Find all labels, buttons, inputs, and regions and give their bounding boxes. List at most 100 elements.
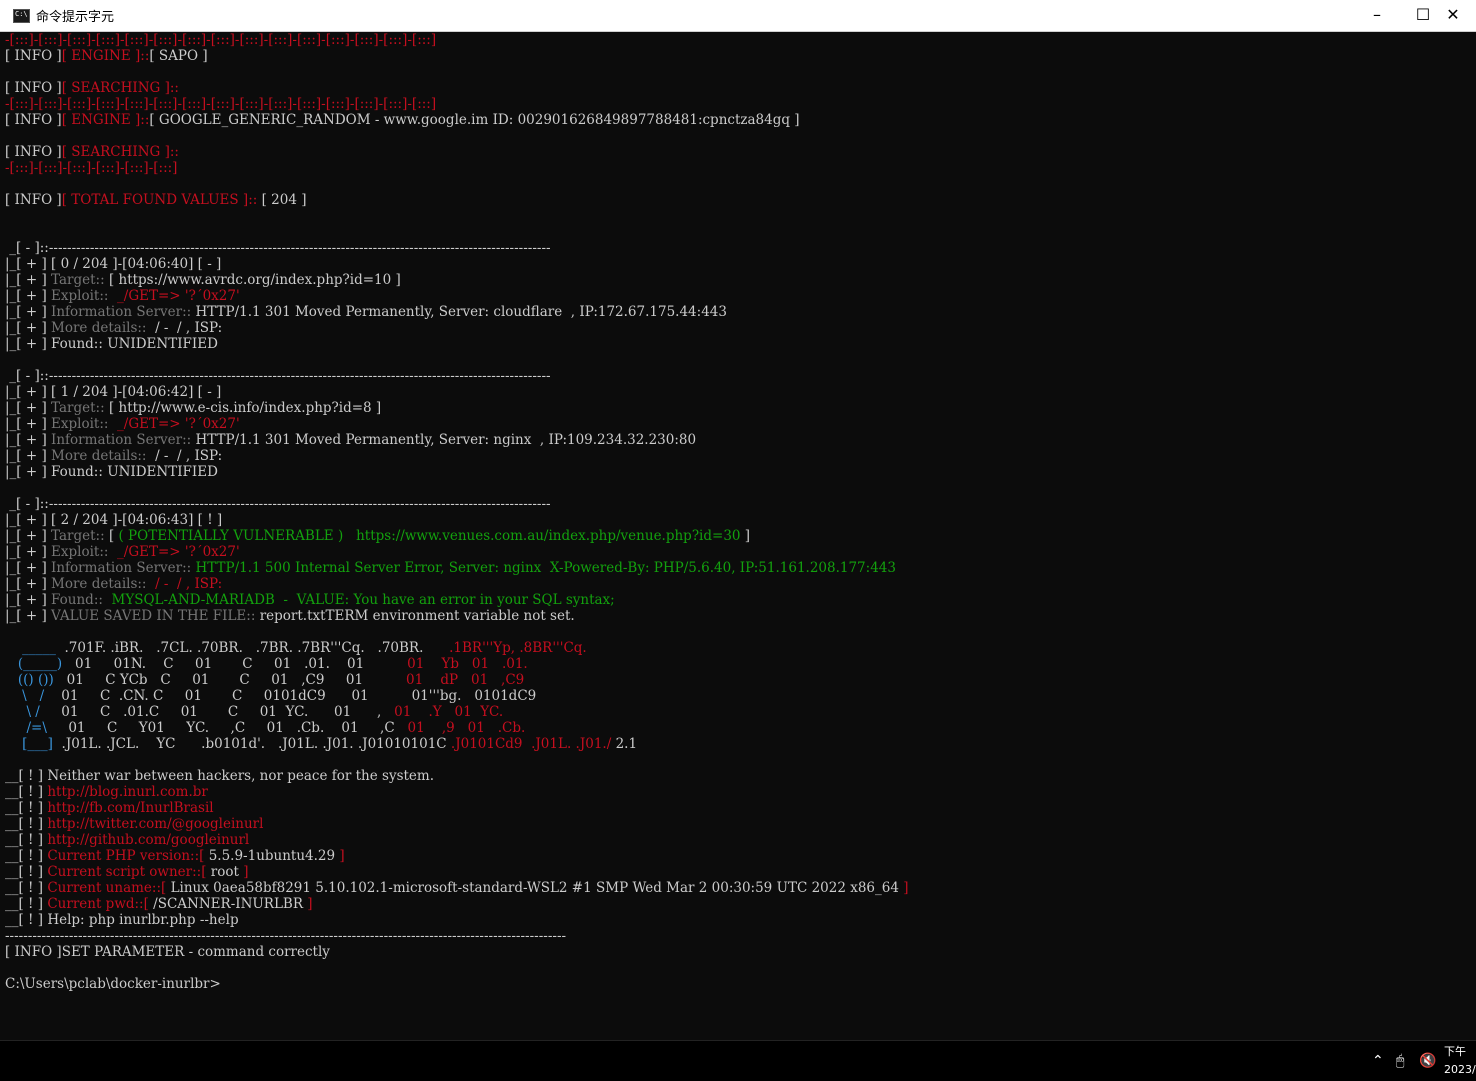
console-text: -[:::]-[:::]-[:::]-[:::]-[:::]-[:::]-[::… (5, 96, 437, 112)
console-text: Linux 0aea58bf8291 5.10.102.1-microsoft-… (170, 880, 899, 896)
console-text: |_[ + ] (5, 608, 52, 624)
console-text: [ INFO ]SET PARAMETER - command correctl… (5, 944, 330, 960)
console-text: |_[ + ] (5, 560, 52, 576)
console-line: (() ()) 01 C YCb C 01 C 01 ,C9 01 01 dP … (5, 672, 1465, 688)
console-text: ( POTENTIALLY VULNERABLE ) https://www.v… (118, 528, 741, 544)
console-text: / - / , ISP: (150, 576, 223, 592)
console-text: 01 C .CN. C 01 C 0101dC9 01 (57, 688, 412, 704)
console-text: __[ ! ] Help: php inurlbr.php --help (5, 912, 239, 928)
console-line: |_[ + ] More details:: / - / , ISP: (5, 320, 1465, 336)
console-text: [ SAPO ] (149, 48, 208, 64)
minimize-button[interactable]: – (1354, 0, 1400, 31)
console-text: Current uname::[ (47, 880, 171, 896)
console-text: |_[ + ] (5, 448, 52, 464)
console-text: [ INFO ] (5, 144, 62, 160)
console-text: __[ ! ] (5, 800, 48, 816)
console-text: [ GOOGLE_GENERIC_RANDOM - www.google.im … (149, 112, 800, 128)
console-text: ----------------------------------------… (5, 928, 567, 944)
console-text: 01 C Y01 YC. ,C 01 .Cb. 01 ,C (64, 720, 408, 736)
console-line: |_[ + ] Exploit:: _/GET=> '?´0x27' (5, 416, 1465, 432)
console-text: 01 01N. C 01 C 01 .01. 01 (70, 656, 408, 672)
console-line: [ INFO ][ TOTAL FOUND VALUES ]:: [ 204 ] (5, 192, 1465, 208)
console-text: |_[ + ] (5, 432, 52, 448)
console-text: Target:: (51, 528, 109, 544)
console-line: |_[ + ] Information Server:: HTTP/1.1 50… (5, 560, 1465, 576)
taskbar-clock[interactable]: 下午 2023/ (1444, 1043, 1476, 1079)
console-line: |_[ + ] Target:: [ https://www.avrdc.org… (5, 272, 1465, 288)
console-text: .J01L. .JCL. YC .b0101d'. .J01L. .J01. .… (61, 736, 451, 752)
console-text: 5.5.9-1ubuntu4.29 (208, 848, 336, 864)
console-line: _____ .701F. .iBR. .7CL. .70BR. .7BR. .7… (5, 640, 1465, 656)
title-bar[interactable]: 命令提示字元 – ☐ ✕ (0, 0, 1476, 32)
console-text: Exploit:: (51, 544, 118, 560)
clock-date: 2023/ (1444, 1063, 1476, 1076)
console-text: Current script owner::[ (47, 864, 211, 880)
window-title: 命令提示字元 (36, 10, 115, 25)
console-line: (_____) 01 01N. C 01 C 01 .01. 01 01 Yb … (5, 656, 1465, 672)
cmd-app-icon[interactable] (13, 9, 30, 23)
console-line: /=\ 01 C Y01 YC. ,C 01 .Cb. 01 ,C 01 ,9 … (5, 720, 1465, 736)
console-text: |_[ + ] Found:: UNIDENTIFIED (5, 336, 218, 352)
console-text: _[ - ]::--------------------------------… (5, 368, 551, 384)
console-line: [___] .J01L. .JCL. YC .b0101d'. .J01L. .… (5, 736, 1465, 752)
console-text: MYSQL-AND-MARIADB - VALUE: You have an e… (107, 592, 615, 608)
console-text: /=\ (5, 720, 65, 736)
console-line: __[ ! ] Current PHP version::[ 5.5.9-1ub… (5, 848, 1465, 864)
console-text: 01 C .01.C 01 C 01 YC. 01 , (57, 704, 395, 720)
console-text: ] (740, 528, 751, 544)
console-text: |_[ + ] (5, 288, 52, 304)
console-text: -[:::]-[:::]-[:::]-[:::]-[:::]-[:::]-[::… (5, 32, 437, 48)
console-text: |_[ + ] (5, 272, 52, 288)
console-text: [ http://www.e-cis.info/index.php?id=8 ] (108, 400, 382, 416)
console-line: |_[ + ] Exploit:: _/GET=> '?´0x27' (5, 288, 1465, 304)
console-text: |_[ + ] (5, 304, 52, 320)
console-text: Exploit:: (51, 288, 118, 304)
console-text: _[ - ]::--------------------------------… (5, 496, 551, 512)
console-text: __[ ! ] (5, 848, 48, 864)
console-text: _[ - ]::--------------------------------… (5, 240, 551, 256)
console-text: \ / (5, 688, 58, 704)
console-line: |_[ + ] Target:: [ http://www.e-cis.info… (5, 400, 1465, 416)
console-text: 01'''bg. 0101dC9 (411, 688, 537, 704)
console-text: _/GET=> '?´0x27' (117, 416, 240, 432)
command-prompt-window: 命令提示字元 – ☐ ✕ -[:::]-[:::]-[:::]-[:::]-[:… (0, 0, 1476, 1040)
console-text: __[ ! ] (5, 816, 48, 832)
console-line: |_[ + ] Found:: MYSQL-AND-MARIADB - VALU… (5, 592, 1465, 608)
console-text: http://fb.com/InurlBrasil (47, 800, 214, 816)
console-text: ] (898, 880, 909, 896)
network-icon[interactable]: 🖱 (1396, 1053, 1404, 1069)
console-text: [___] (5, 736, 62, 752)
console-text: (_____) (5, 656, 71, 672)
console-line: _[ - ]::--------------------------------… (5, 240, 1465, 256)
console-text: |_[ + ] (5, 592, 52, 608)
console-line: |_[ + ] [ 2 / 204 ]-[04:06:43] [ ! ] (5, 512, 1465, 528)
console-text: More details:: (51, 448, 151, 464)
console-text: / - / , ISP: (150, 320, 223, 336)
console-text: __[ ! ] (5, 880, 48, 896)
console-output[interactable]: -[:::]-[:::]-[:::]-[:::]-[:::]-[:::]-[::… (5, 32, 1465, 1038)
console-text: Found:: (51, 592, 108, 608)
console-text: __[ ! ] Neither war between hackers, nor… (5, 768, 435, 784)
volume-muted-icon[interactable]: 🔇 (1419, 1053, 1436, 1069)
console-line: C:\Users\pclab\docker-inurlbr> (5, 976, 1465, 992)
console-text: |_[ + ] [ 0 / 204 ]-[04:06:40] [ - ] (5, 256, 222, 272)
console-text: http://twitter.com/@googleinurl (47, 816, 264, 832)
console-text: .1BR'''Yp, .8BR'''Cq. (449, 640, 587, 656)
console-text: 01 Yb 01 .01. (407, 656, 528, 672)
close-button[interactable]: ✕ (1430, 0, 1476, 31)
console-text: -[:::]-[:::]-[:::]-[:::]-[:::]-[:::] (5, 160, 178, 176)
chevron-up-icon[interactable]: ⌃ (1372, 1053, 1384, 1069)
console-line: __[ ! ] http://blog.inurl.com.br (5, 784, 1465, 800)
console-text: Information Server:: (51, 560, 196, 576)
console-text: root (210, 864, 239, 880)
console-line: __[ ! ] Current pwd::[ /SCANNER-INURLBR … (5, 896, 1465, 912)
console-text: /SCANNER-INURLBR (153, 896, 303, 912)
console-line: [ INFO ][ SEARCHING ]:: (5, 144, 1465, 160)
console-text: [ ENGINE ]:: (61, 112, 150, 128)
console-text: _/GET=> '?´0x27' (117, 544, 240, 560)
console-text: HTTP/1.1 301 Moved Permanently, Server: … (195, 432, 697, 448)
